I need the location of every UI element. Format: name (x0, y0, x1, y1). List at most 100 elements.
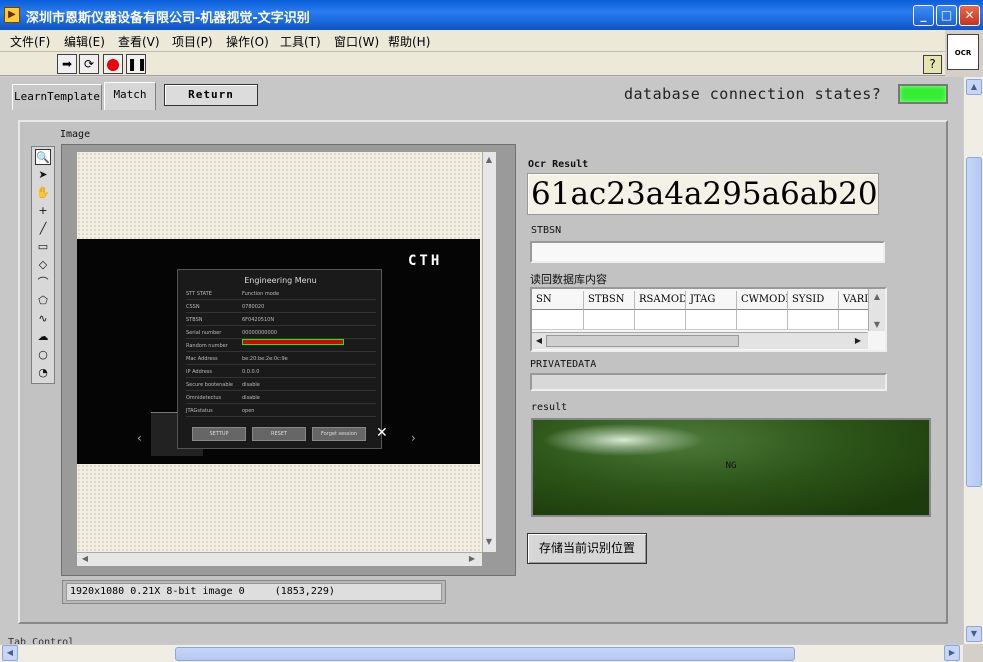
pan-hand-tool-icon[interactable]: ✋ (35, 185, 51, 201)
scroll-right-icon[interactable]: ▶ (852, 335, 864, 347)
eng-button: SETTUP (192, 427, 246, 441)
eng-row: STT STATE Function mode (186, 288, 376, 300)
table-header-jtag: JTAG (686, 291, 737, 310)
window-vertical-scrollbar[interactable]: ▲ ▼ (963, 77, 983, 644)
scroll-left-icon[interactable]: ◀ (533, 335, 545, 347)
stbsn-label: STBSN (531, 225, 562, 236)
table-cell[interactable] (839, 310, 869, 330)
scroll-up-icon[interactable]: ▲ (483, 154, 495, 166)
scroll-right-icon[interactable]: ▶ (944, 645, 960, 661)
scroll-right-icon[interactable]: ▶ (466, 553, 478, 565)
table-cell[interactable] (737, 310, 788, 330)
image-vertical-scrollbar[interactable]: ▲ ▼ (482, 152, 496, 552)
db-readback-table[interactable]: SN STBSN RSAMODE JTAG CWMODE SYSID VARI … (530, 287, 887, 352)
run-continuously-icon[interactable]: ⟳ (79, 54, 99, 74)
menu-view[interactable]: 查看(V) (118, 33, 160, 50)
minimize-button[interactable]: _ (913, 5, 934, 26)
pointer-tool-icon[interactable]: ➤ (35, 167, 51, 183)
rotated-rect-tool-icon[interactable]: ◇ (35, 257, 51, 273)
image-label: Image (60, 129, 91, 140)
maximize-button[interactable]: □ (936, 5, 957, 26)
menu-help[interactable]: 帮助(H) (388, 33, 430, 50)
window-vscroll-thumb[interactable] (966, 157, 982, 487)
table-cell[interactable] (788, 310, 839, 330)
photo-left-arrow-icon: ‹ (137, 431, 142, 445)
return-button[interactable]: Return (164, 84, 258, 106)
scroll-left-icon[interactable]: ◀ (2, 645, 18, 661)
freehand-tool-icon[interactable]: ∿ (35, 311, 51, 327)
table-horizontal-scrollbar[interactable]: ◀ ▶ (532, 332, 868, 349)
menu-bar: 文件(F) 编辑(E) 查看(V) 项目(P) 操作(O) 工具(T) 窗口(W… (0, 30, 945, 52)
tab-match[interactable]: Match (104, 82, 156, 110)
menu-window[interactable]: 窗口(W) (334, 33, 379, 50)
table-vertical-scrollbar[interactable]: ▲ ▼ (868, 289, 885, 331)
abort-icon[interactable] (103, 54, 123, 74)
title-bar: ▶ 深圳市恩斯仪器设备有限公司-机器视觉-文字识别 _ □ ✕ (0, 0, 983, 30)
table-header-sn: SN (532, 291, 584, 310)
eng-button: Forget session (312, 427, 366, 441)
table-cell[interactable] (686, 310, 737, 330)
table-scroll-thumb[interactable] (546, 335, 739, 347)
menu-project[interactable]: 项目(P) (172, 33, 213, 50)
table-header-cwmode: CWMODE (737, 291, 788, 310)
scroll-down-icon[interactable]: ▼ (871, 319, 883, 331)
table-header-vari: VARI (839, 291, 869, 310)
zoom-tool-icon[interactable]: 🔍 (35, 149, 51, 165)
menu-edit[interactable]: 编辑(E) (64, 33, 105, 50)
help-icon[interactable]: ? (923, 55, 942, 74)
scroll-up-icon[interactable]: ▲ (966, 79, 982, 95)
menu-tools[interactable]: 工具(T) (280, 33, 321, 50)
eng-row: IP Address 0.0.0.0 (186, 366, 376, 378)
line-tool-icon[interactable]: ╱ (35, 221, 51, 237)
rectangle-tool-icon[interactable]: ▭ (35, 239, 51, 255)
result-indicator: NG (531, 418, 931, 517)
table-header-rsamode: RSAMODE (635, 291, 686, 310)
menu-operate[interactable]: 操作(O) (226, 33, 269, 50)
table-cell[interactable] (635, 310, 686, 330)
table-header-sysid: SYSID (788, 291, 839, 310)
result-value: NG (725, 461, 737, 471)
annulus-region-tool-icon[interactable]: ◔ (35, 365, 51, 381)
window-title: 深圳市恩斯仪器设备有限公司-机器视觉-文字识别 (26, 11, 310, 26)
scroll-up-icon[interactable]: ▲ (871, 291, 883, 303)
save-position-button[interactable]: 存储当前识别位置 (527, 533, 647, 564)
app-icon: ▶ (4, 7, 20, 23)
eng-row: STBSN 6F0420510N (186, 314, 376, 326)
window-hscroll-thumb[interactable] (175, 647, 795, 661)
eng-row: CSSN 0780020 (186, 301, 376, 313)
image-info-bar: 1920x1080 0.21X 8-bit image 0 (1853,229) (66, 583, 442, 601)
window-horizontal-scrollbar[interactable]: ◀ ▶ (0, 644, 963, 662)
eng-button: RESET (252, 427, 306, 441)
tab-learntemplate[interactable]: LearnTemplate (12, 84, 102, 110)
crosshair-tool-icon[interactable]: + (35, 203, 51, 219)
table-cell[interactable] (532, 310, 584, 330)
menu-file[interactable]: 文件(F) (10, 33, 50, 50)
freeform-region-tool-icon[interactable]: ☁ (35, 329, 51, 345)
polygon-tool-icon[interactable]: ⬠ (35, 293, 51, 309)
table-cell[interactable] (584, 310, 635, 330)
oval-tool-icon[interactable]: ○ (35, 347, 51, 363)
scroll-down-icon[interactable]: ▼ (483, 536, 495, 548)
result-label: result (531, 402, 568, 413)
annulus-tool-icon[interactable]: ⌒ (35, 275, 51, 291)
pause-icon[interactable]: ❚❚ (126, 54, 147, 74)
toolbar: ➡ ⟳ ❚❚ (0, 52, 945, 76)
db-readback-label: 读回数据库内容 (530, 273, 607, 286)
scroll-left-icon[interactable]: ◀ (79, 553, 91, 565)
run-arrow-icon[interactable]: ➡ (57, 54, 77, 74)
eng-row: Secure bootenable disable (186, 379, 376, 391)
privatedata-field[interactable] (530, 373, 887, 391)
engineering-menu-title: Engineering Menu (244, 276, 317, 285)
photo-brand-logo: CTH (408, 253, 443, 269)
eng-row: JTAGstatus open (186, 405, 376, 417)
privatedata-label: PRIVATEDATA (530, 359, 597, 370)
db-connection-led (898, 84, 948, 104)
engineering-menu: Engineering Menu STT STATE Function mode … (177, 269, 382, 449)
image-tool-palette: 🔍 ➤ ✋ + ╱ ▭ ◇ ⌒ ⬠ ∿ ☁ ○ ◔ (31, 146, 55, 384)
eng-row: Omnidetectus disable (186, 392, 376, 404)
image-horizontal-scrollbar[interactable]: ◀ ▶ (77, 552, 482, 566)
db-connection-label: database connection states? (624, 85, 882, 103)
scroll-down-icon[interactable]: ▼ (966, 626, 982, 642)
close-button[interactable]: ✕ (959, 5, 980, 26)
stbsn-field[interactable] (530, 241, 885, 263)
